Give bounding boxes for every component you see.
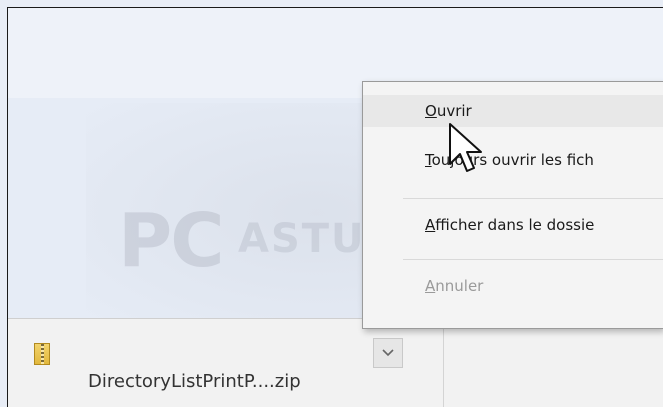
menu-item-show-in-folder[interactable]: Afficher dans le dossie [363, 209, 663, 241]
watermark-text-left: PC [118, 198, 225, 284]
download-menu-button[interactable] [373, 338, 403, 368]
menu-item-label: Ouvrir [425, 102, 472, 120]
menu-item-always-open[interactable]: Toujours ouvrir les fich [363, 144, 663, 176]
menu-item-label: Afficher dans le dossie [425, 216, 595, 234]
download-bar: DirectoryListPrintP....zip [8, 318, 663, 407]
menu-item-cancel[interactable]: Annuler [363, 270, 663, 302]
download-file-name[interactable]: DirectoryListPrintP....zip [88, 371, 301, 392]
menu-item-label: Annuler [425, 277, 484, 295]
download-context-menu: Ouvrir Toujours ouvrir les fich Afficher… [362, 81, 663, 329]
mouse-pointer-icon [449, 123, 482, 172]
menu-separator [403, 259, 663, 260]
chevron-down-icon [382, 349, 394, 357]
zip-archive-icon [34, 343, 50, 365]
menu-separator [403, 198, 663, 199]
menu-item-open[interactable]: Ouvrir [363, 95, 663, 127]
download-bar-divider [443, 328, 444, 407]
